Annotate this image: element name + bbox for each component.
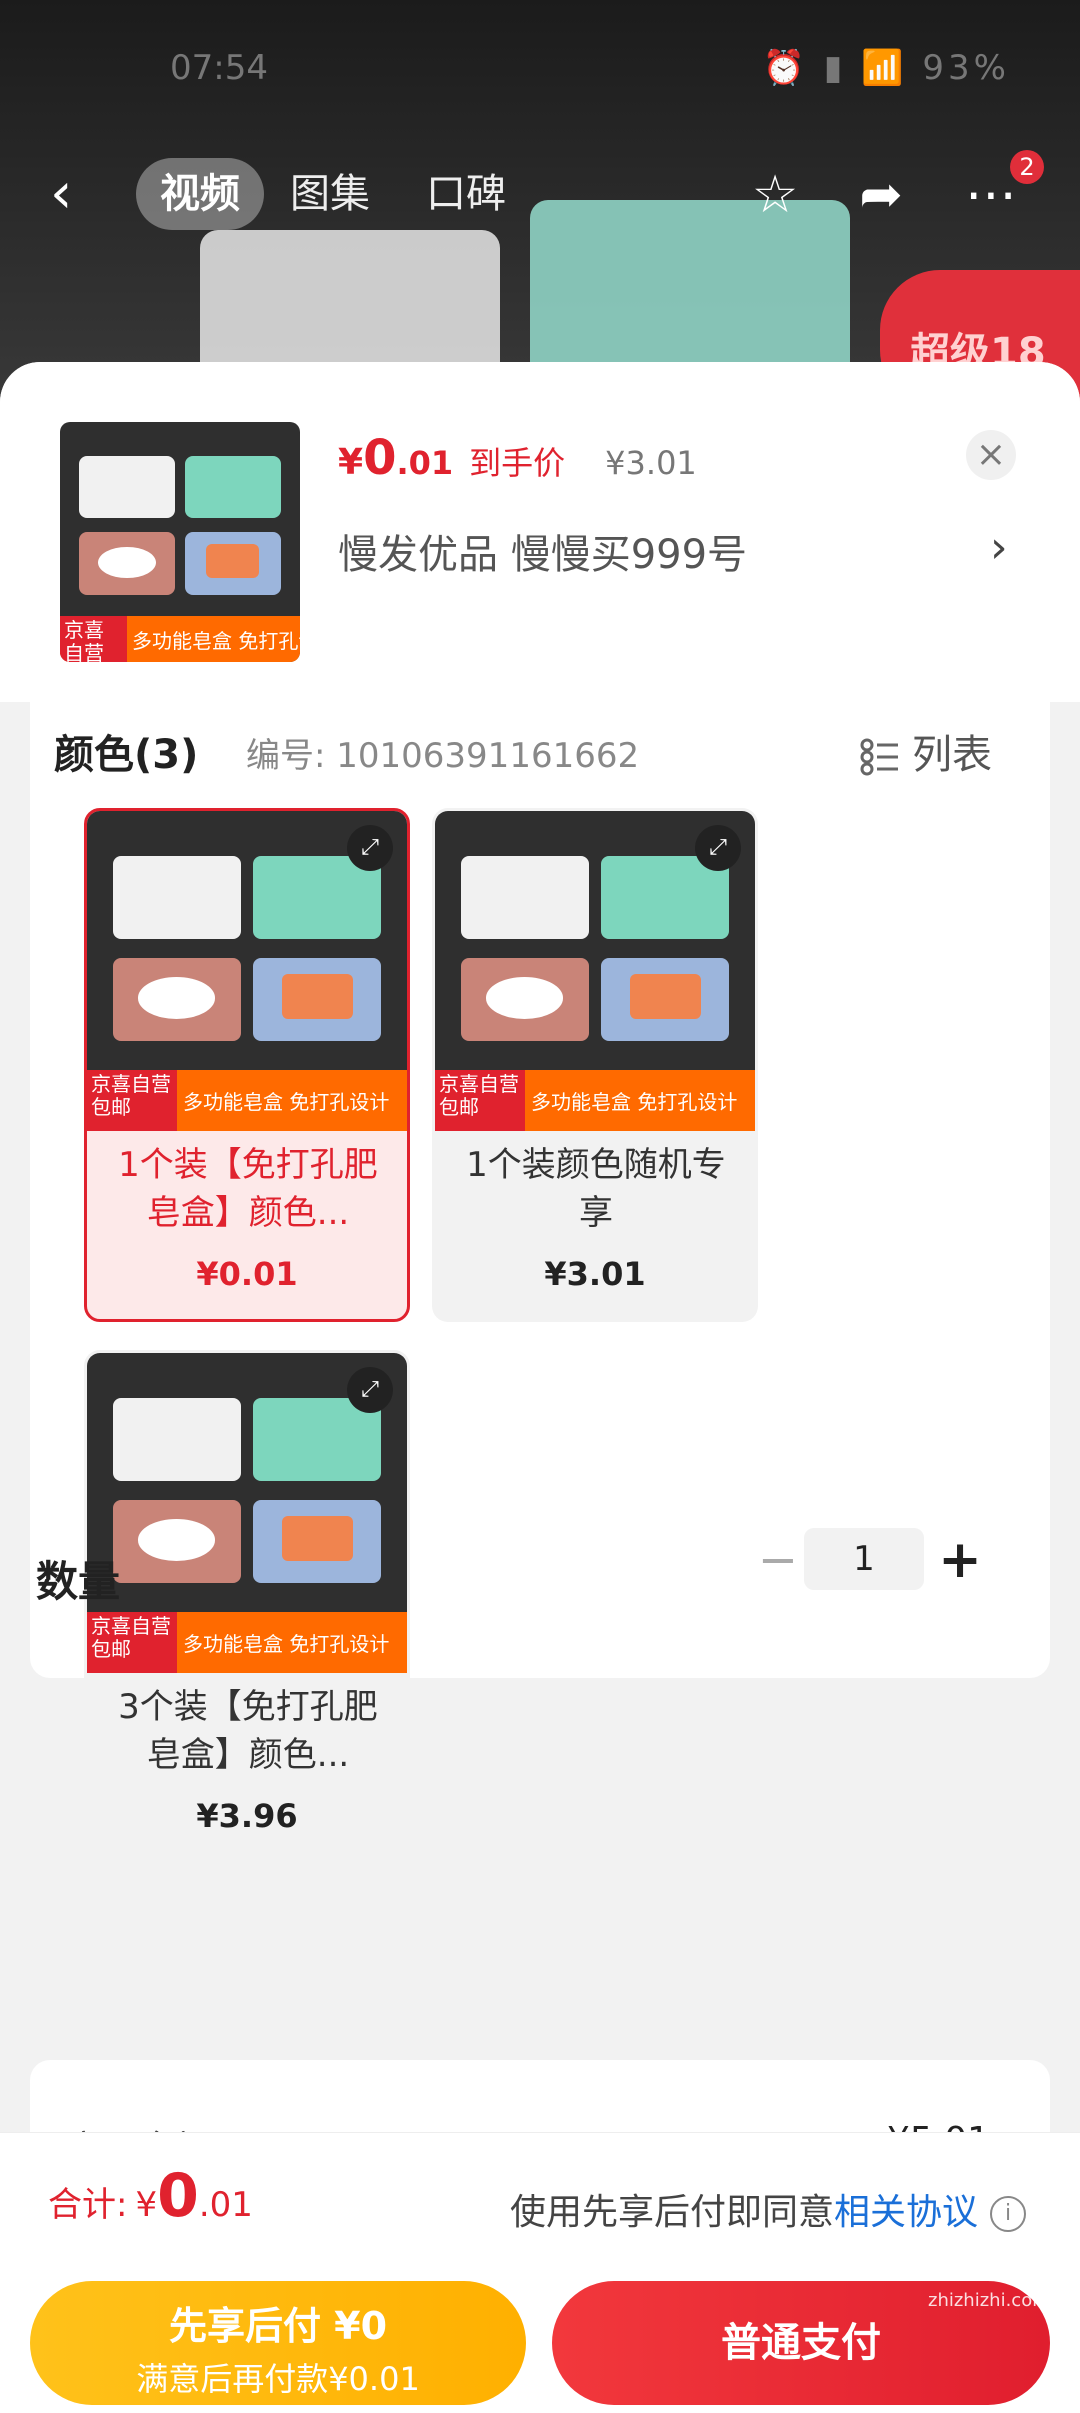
color-section-title: 颜色(3) [54,732,199,778]
total-int: 0 [157,2161,199,2231]
list-label: 列表 [912,732,992,778]
original-price: ¥3.01 [605,444,697,482]
tag-jingxi: 京喜自营包邮 [60,616,128,662]
product-code: 编号: 10106391161662 [246,736,640,776]
product-tag-strip: 京喜自营包邮 多功能皂盒 免打孔设计 [60,616,300,662]
checkout-footer: 合计: ¥ 0 .01 使用先享后付即同意相关协议 i 先享后付 ¥0 满意后再付… [0,2132,1080,2413]
watermark-logo: 值值值 zhizhizhi.com [928,2233,1066,2311]
price-int: 0 [363,430,397,486]
status-bar: 07:54 ⏰ ▮ 📶 93% [0,40,1080,100]
option-name: 3个装【免打孔肥皂盒】颜色... [118,1687,378,1775]
total-dec: .01 [198,2185,253,2225]
chevron-right-icon[interactable]: › [990,522,1008,573]
list-icon [860,738,898,776]
pay-later-button[interactable]: 先享后付 ¥0 满意后再付款¥0.01 [30,2281,526,2405]
notification-badge: 2 [1010,150,1044,184]
back-icon[interactable]: ‹ [50,164,110,224]
option-price: ¥3.96 [196,1797,298,1835]
expand-icon[interactable]: ⤢ [695,825,741,871]
status-time: 07:54 [170,48,268,88]
star-icon[interactable]: ☆ [740,160,810,230]
option-name: 1个装颜色随机专享 [466,1145,726,1233]
option-name: 1个装【免打孔肥皂盒】颜色... [118,1145,378,1233]
quantity-label: 数量 [36,1557,121,1606]
option-price: ¥0.01 [196,1255,298,1293]
option-card-1[interactable]: 京喜自营 包邮 多功能皂盒 免打孔设计 ⤢ 1个装【免打孔肥皂盒】颜色... ¥0.… [84,808,410,1322]
sheet-header: 京喜自营包邮 多功能皂盒 免打孔设计 ¥ 0 .01 到手价 ¥3.01 × 慢… [0,362,1080,702]
option-price: ¥3.01 [544,1255,646,1293]
close-icon[interactable]: × [966,430,1016,480]
tab-gallery[interactable]: 图集 [290,158,370,230]
quantity-minus-button[interactable]: − [748,1530,808,1590]
share-icon[interactable]: ➦ [846,160,916,230]
price-row: ¥ 0 .01 到手价 ¥3.01 [338,430,697,490]
expand-icon[interactable]: ⤢ [347,1367,393,1413]
pay-later-title: 先享后付 ¥0 [168,2304,388,2348]
expand-icon[interactable]: ⤢ [347,825,393,871]
top-nav: ‹ 视频 图集 口碑 ☆ ➦ ⋯ 2 [0,150,1080,240]
quantity-plus-button[interactable]: + [930,1530,990,1590]
total-symbol: ¥ [135,2185,158,2225]
price-symbol: ¥ [338,442,364,483]
option-card-3[interactable]: 京喜自营 包邮 多功能皂盒 免打孔设计 ⤢ 3个装【免打孔肥皂盒】颜色... ¥3.… [84,1350,410,1864]
product-thumbnail[interactable]: 京喜自营包邮 多功能皂盒 免打孔设计 [60,422,300,662]
tab-reviews[interactable]: 口碑 [426,158,506,230]
status-battery: ⏰ ▮ 📶 93% [762,48,1010,88]
shop-name[interactable]: 慢发优品 慢慢买999号 [338,522,747,580]
price-dec: .01 [396,444,454,482]
product-image: 京喜自营包邮 多功能皂盒 免打孔设计 [60,422,300,662]
price-label: 到手价 [469,444,566,482]
tag-text: 多功能皂盒 免打孔设计 [132,628,300,653]
pay-later-subtitle: 满意后再付款¥0.01 [136,2360,420,2398]
tab-video[interactable]: 视频 [136,158,264,230]
total-label: 合计: [48,2185,128,2225]
option-card-2[interactable]: 京喜自营 包邮 多功能皂盒 免打孔设计 ⤢ 1个装颜色随机专享 ¥3.01 [432,808,758,1322]
sku-sheet: 京喜自营包邮 多功能皂盒 免打孔设计 ¥ 0 .01 到手价 ¥3.01 × 慢… [0,362,1080,2412]
quantity-input[interactable]: 1 [804,1528,924,1590]
list-view-button[interactable]: 列表 [860,722,992,780]
total-price: 合计: ¥ 0 .01 [48,2161,253,2231]
